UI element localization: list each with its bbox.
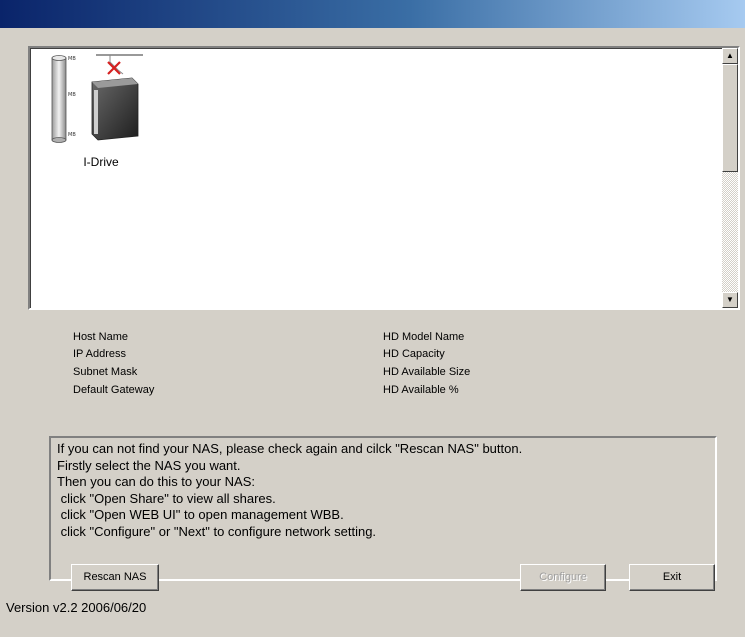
nas-drive-disconnected-icon: MB MB MB <box>51 54 143 143</box>
exit-button[interactable]: Exit <box>629 564 715 591</box>
instruction-line: Firstly select the NAS you want. <box>57 457 241 473</box>
nas-device-item[interactable]: MB MB MB I-Drive <box>48 50 143 170</box>
default-gateway-label: Default Gateway <box>73 384 155 396</box>
ip-address-label: IP Address <box>73 348 126 360</box>
instructions-box: If you can not find your NAS, please che… <box>49 436 717 581</box>
svg-text:MB: MB <box>68 56 76 62</box>
instruction-line: click "Open Share" to view all shares. <box>57 490 276 506</box>
instruction-line: click "Configure" or "Next" to configure… <box>57 523 377 539</box>
nas-device-list[interactable]: MB MB MB I-Drive ▲ ▼ <box>28 46 740 310</box>
svg-text:MB: MB <box>68 132 76 138</box>
version-label: Version v2.2 2006/06/20 <box>6 600 147 615</box>
configure-button[interactable]: Configure <box>520 564 606 591</box>
svg-text:MB: MB <box>68 92 76 98</box>
host-name-label: Host Name <box>73 331 129 343</box>
instruction-line: click "Open WEB UI" to open management W… <box>57 507 344 522</box>
rescan-nas-button[interactable]: Rescan NAS <box>71 564 159 591</box>
instruction-line: Then you can do this to your NAS: <box>57 474 255 489</box>
subnet-mask-label: Subnet Mask <box>73 366 138 378</box>
vertical-scrollbar[interactable]: ▲ ▼ <box>722 48 738 308</box>
title-bar[interactable] <box>0 0 745 28</box>
hd-available-percent-label: HD Available % <box>383 384 459 396</box>
nas-device-label: I-Drive <box>83 155 119 169</box>
scroll-up-button[interactable]: ▲ <box>722 48 738 64</box>
scroll-down-button[interactable]: ▼ <box>722 292 738 308</box>
window-body: MB MB MB I-Drive ▲ ▼ Host Name IP Addres… <box>0 28 745 637</box>
hd-available-size-label: HD Available Size <box>383 366 471 378</box>
hd-capacity-label: HD Capacity <box>383 348 445 360</box>
hd-model-name-label: HD Model Name <box>383 331 465 343</box>
instruction-line: If you can not find your NAS, please che… <box>57 441 523 456</box>
scroll-thumb[interactable] <box>722 64 738 172</box>
